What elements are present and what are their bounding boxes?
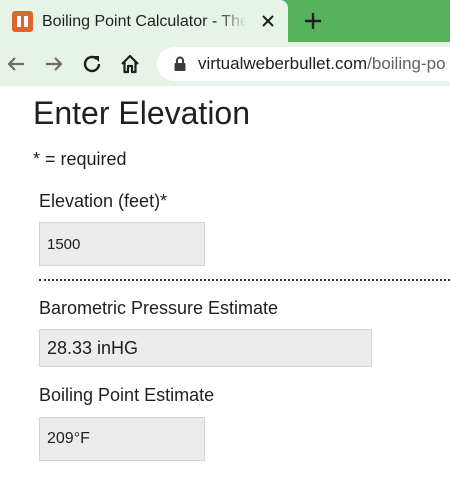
tab-strip: Boiling Point Calculator - The Virtual W… [0, 0, 450, 42]
elevation-label: Elevation (feet)* [39, 191, 168, 211]
elevation-input[interactable]: 1500 [39, 222, 205, 266]
plus-icon[interactable] [301, 9, 325, 33]
forward-arrow-icon[interactable] [42, 52, 66, 76]
dotted-divider [39, 279, 450, 281]
boiling-point-label: Boiling Point Estimate [39, 385, 215, 405]
required-note: * = required [33, 149, 127, 169]
reload-icon[interactable] [80, 52, 104, 76]
back-arrow-icon[interactable] [4, 52, 28, 76]
site-favicon-icon [12, 11, 33, 32]
page-title: Enter Elevation [33, 95, 251, 131]
url-domain: virtualweberbullet.com [198, 54, 368, 73]
lock-icon[interactable] [173, 56, 187, 72]
pressure-output: 28.33 inHG [39, 329, 372, 367]
home-icon[interactable] [118, 52, 142, 76]
boiling-point-output: 209°F [39, 417, 205, 461]
close-icon[interactable] [258, 11, 278, 31]
page-content: Enter Elevation * = required Elevation (… [0, 86, 450, 504]
browser-toolbar: virtualweberbullet.com/boiling-po [0, 42, 450, 86]
url-path: /boiling-po [367, 54, 446, 73]
address-bar[interactable]: virtualweberbullet.com/boiling-po [157, 47, 450, 81]
active-tab[interactable]: Boiling Point Calculator - The Virtual W… [0, 0, 288, 42]
tab-title: Boiling Point Calculator - The Virtual W… [42, 12, 247, 32]
pressure-label: Barometric Pressure Estimate [39, 298, 279, 318]
url-text: virtualweberbullet.com/boiling-po [198, 54, 446, 74]
